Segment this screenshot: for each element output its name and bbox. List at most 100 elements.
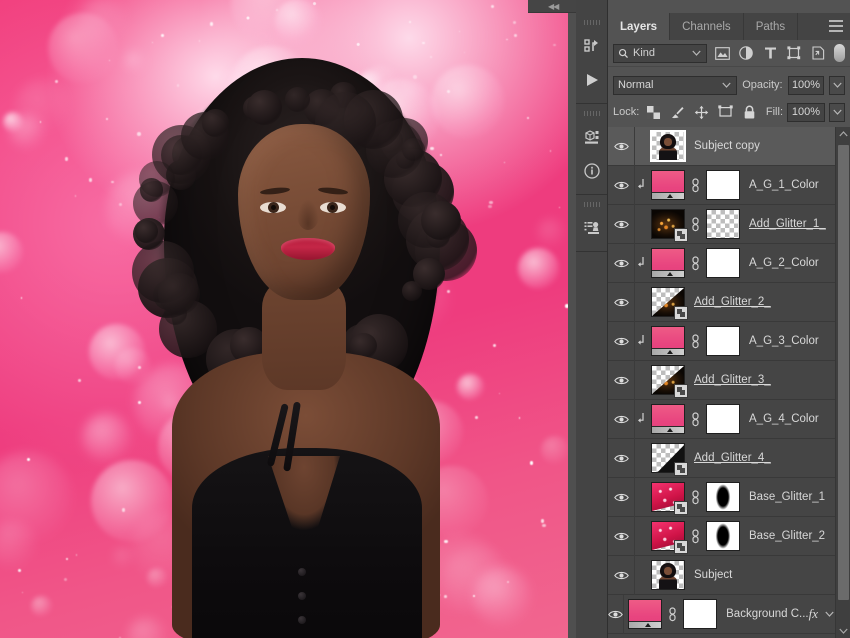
layer-thumbnails[interactable] [648,443,688,476]
layer-row[interactable]: A_G_2_Color [608,243,850,283]
layer-name[interactable]: A_G_3_Color [749,335,819,347]
layer-name[interactable]: Add_Glitter_3_ [694,374,771,386]
info-icon[interactable] [576,154,608,188]
collapse-left-icon[interactable]: ◀◀ [548,2,559,11]
layer-row[interactable]: Base_Glitter_2 [608,516,850,556]
layer-list[interactable]: Subject copy A_G_1_Color Add_Glitter_1_ … [608,127,850,638]
layer-name[interactable]: Add_Glitter_4_ [694,452,771,464]
layer-visibility-toggle[interactable] [608,555,635,595]
opacity-stepper[interactable] [829,75,845,95]
layer-thumbnail-wrap[interactable] [628,599,663,629]
fill-input[interactable]: 100% [787,102,825,122]
scroll-down-button[interactable] [836,624,850,638]
layer-mask-thumbnail[interactable] [706,248,740,278]
tab-paths[interactable]: Paths [743,13,799,40]
hamburger-menu-icon[interactable] [829,20,843,32]
layer-row[interactable]: A_G_4_Color [608,399,850,439]
layer-row[interactable]: Add_Glitter_4_ [608,438,850,478]
layer-thumbnails[interactable] [648,482,740,515]
layer-name[interactable]: Base_Glitter_2 [749,530,825,542]
layer-visibility-toggle[interactable] [608,321,635,361]
mask-link-icon[interactable] [690,333,701,349]
mask-link-icon[interactable] [690,411,701,427]
filter-enable-toggle[interactable] [834,44,845,62]
scroll-up-button[interactable] [836,127,850,141]
layer-visibility-toggle[interactable] [608,516,635,556]
layer-thumbnails[interactable] [648,209,740,242]
layer-thumbnail-wrap[interactable] [651,443,688,476]
layer-mask-thumbnail[interactable] [706,209,740,239]
layer-mask-thumbnail[interactable] [706,404,740,434]
layer-thumbnail[interactable] [651,404,685,434]
layer-row[interactable]: Add_Glitter_2_ [608,282,850,322]
layer-name[interactable]: Background C... [726,608,808,620]
fill-stepper[interactable] [829,102,845,122]
layer-thumbnail[interactable] [628,599,663,629]
scrollbar-thumb[interactable] [838,145,849,600]
layer-thumbnail-wrap[interactable] [651,326,685,356]
play-icon[interactable] [576,63,608,97]
layer-name[interactable]: Base_Glitter_1 [749,491,825,503]
mask-link-icon[interactable] [690,489,701,505]
layer-thumbnail[interactable] [651,170,685,200]
layer-thumbnail-wrap[interactable] [650,130,686,162]
layer-thumbnails[interactable] [648,326,740,356]
filter-adjustment-icon[interactable] [736,44,756,63]
mask-link-icon[interactable] [690,216,701,232]
layer-thumbnails[interactable] [648,404,740,434]
layer-thumbnail-wrap[interactable] [651,287,688,320]
lock-image-pixels-icon[interactable] [667,103,687,121]
layer-thumbnails[interactable] [648,521,740,554]
mask-link-icon[interactable] [690,528,701,544]
layer-thumbnail-wrap[interactable] [651,521,688,554]
history-actions-icon[interactable] [576,29,608,63]
layer-row[interactable]: Background C... fx [608,594,850,634]
layer-thumbnail-wrap[interactable] [651,404,685,434]
layer-thumbnails[interactable] [648,560,685,590]
layer-mask-thumbnail[interactable] [706,326,740,356]
rail-grip-1[interactable] [583,18,600,27]
layer-thumbnails[interactable] [625,599,718,629]
opacity-input[interactable]: 100% [787,75,825,95]
layer-visibility-toggle[interactable] [608,477,635,517]
layer-thumbnail[interactable] [650,130,686,162]
filter-shape-icon[interactable] [784,44,804,63]
chevron-down-icon[interactable] [825,611,834,618]
layer-visibility-toggle[interactable] [608,438,635,478]
layer-row[interactable]: Add_Glitter_1_ [608,204,850,244]
layer-visibility-toggle[interactable] [608,594,624,634]
lock-position-icon[interactable] [691,103,711,121]
layer-thumbnail-wrap[interactable] [651,209,688,242]
layer-row[interactable]: Subject copy [608,127,850,166]
layer-row[interactable]: Add_Glitter_3_ [608,360,850,400]
mask-link-icon[interactable] [667,606,678,622]
3d-icon[interactable] [576,120,608,154]
canvas-image-area[interactable] [0,0,568,638]
layer-visibility-toggle[interactable] [608,282,635,322]
layer-visibility-toggle[interactable] [608,165,635,205]
lock-transparent-pixels-icon[interactable] [643,103,663,121]
layer-name[interactable]: A_G_1_Color [749,179,819,191]
layer-visibility-toggle[interactable] [608,243,635,283]
layer-thumbnails[interactable] [648,248,740,278]
lock-artboard-nesting-icon[interactable] [715,103,735,121]
layer-visibility-toggle[interactable] [608,204,635,244]
layer-row[interactable]: Subject [608,555,850,595]
clone-source-icon[interactable] [576,211,608,245]
filter-pixel-icon[interactable] [712,44,732,63]
filter-smart-object-icon[interactable] [808,44,828,63]
tab-channels[interactable]: Channels [670,13,744,40]
layer-row[interactable]: A_G_1_Color [608,165,850,205]
mask-link-icon[interactable] [690,177,701,193]
tab-layers[interactable]: Layers [608,13,671,40]
layer-thumbnail-wrap[interactable] [651,560,685,590]
layer-row[interactable]: A_G_3_Color [608,321,850,361]
filter-kind-select[interactable]: Kind [613,43,707,63]
layer-name[interactable]: A_G_2_Color [749,257,819,269]
rail-grip-3[interactable] [583,200,600,209]
layer-name[interactable]: A_G_4_Color [749,413,819,425]
layer-visibility-toggle[interactable] [608,399,635,439]
layer-name[interactable]: Subject copy [694,140,760,152]
layer-thumbnail[interactable] [651,560,685,590]
layer-mask-thumbnail[interactable] [706,521,740,551]
